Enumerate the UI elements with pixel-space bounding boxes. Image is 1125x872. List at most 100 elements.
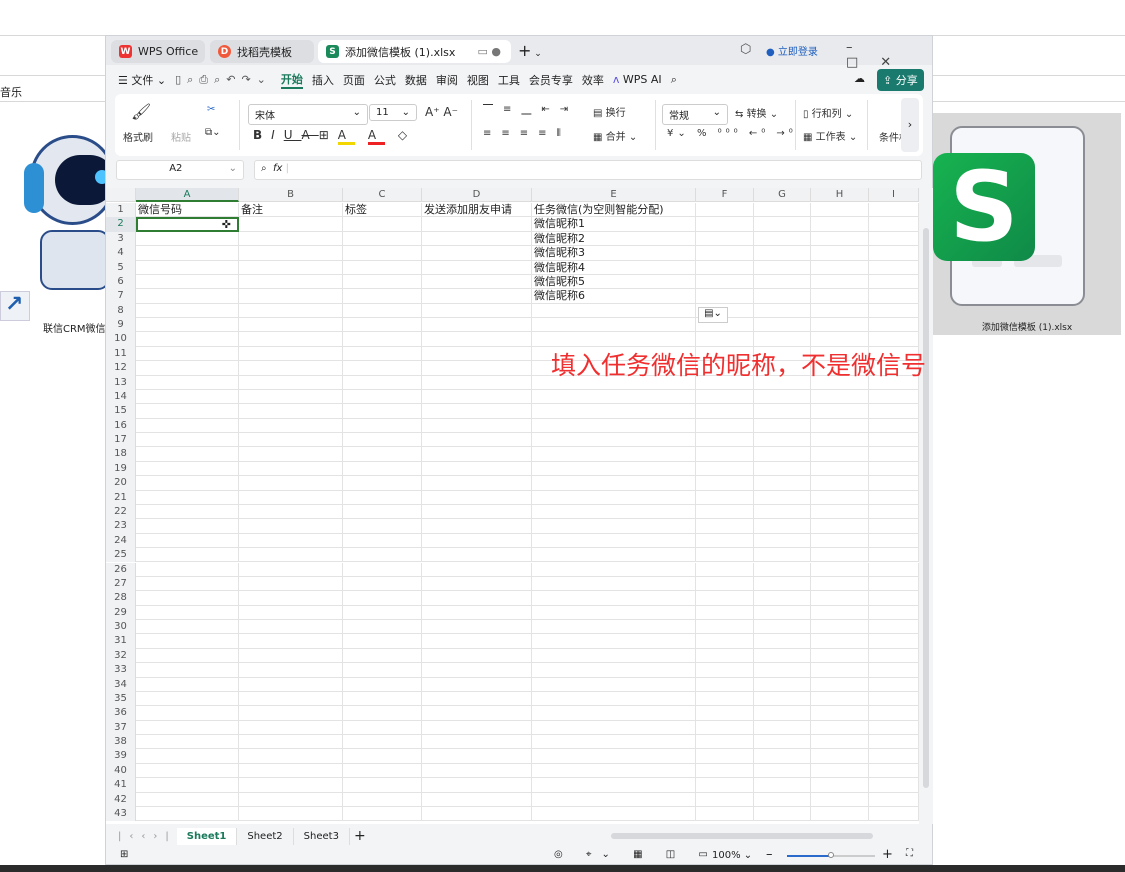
cell-g29[interactable] — [754, 605, 811, 620]
row-header[interactable]: 34 — [106, 677, 136, 692]
cell-c4[interactable] — [343, 246, 422, 261]
wrap-button[interactable]: ▤ 换行 — [593, 104, 626, 119]
cell-d2[interactable] — [422, 217, 532, 232]
row-header[interactable]: 18 — [106, 447, 136, 462]
cell-g5[interactable] — [754, 260, 811, 275]
cell-i38[interactable] — [869, 735, 919, 750]
row-header[interactable]: 33 — [106, 663, 136, 678]
row-header[interactable]: 19 — [106, 461, 136, 477]
cell-c40[interactable] — [343, 763, 422, 779]
cell-i35[interactable] — [869, 691, 919, 707]
cell-g3[interactable] — [754, 231, 811, 247]
file-icon-tile[interactable]: S 添加微信模板 (1).xlsx — [933, 113, 1121, 335]
cell-b17[interactable] — [239, 433, 343, 448]
cell-g31[interactable] — [754, 634, 811, 649]
copy-icon[interactable]: ⧉⌄ — [205, 127, 221, 138]
cell-d18[interactable] — [422, 447, 532, 462]
cell-e25[interactable] — [532, 548, 696, 563]
cell-a21[interactable] — [136, 490, 239, 505]
cell-c43[interactable] — [343, 806, 422, 822]
cell-d20[interactable] — [422, 476, 532, 491]
cell-c10[interactable] — [343, 332, 422, 347]
cell-d27[interactable] — [422, 576, 532, 592]
cell-a29[interactable] — [136, 605, 239, 620]
cell-f3[interactable] — [696, 231, 754, 247]
cell-f1[interactable] — [696, 203, 754, 218]
cell-e34[interactable] — [532, 677, 696, 692]
cloud-icon[interactable]: ☁ — [854, 72, 865, 85]
cell-i25[interactable] — [869, 548, 919, 563]
cell-b21[interactable] — [239, 490, 343, 505]
cell-d21[interactable] — [422, 490, 532, 505]
cell-f40[interactable] — [696, 763, 754, 779]
cell-i15[interactable] — [869, 404, 919, 419]
cell-c16[interactable] — [343, 418, 422, 434]
cell-h23[interactable] — [811, 519, 869, 534]
row-header[interactable]: 35 — [106, 691, 136, 707]
row-header[interactable]: 42 — [106, 792, 136, 807]
cell-d43[interactable] — [422, 806, 532, 822]
row-header[interactable]: 22 — [106, 504, 136, 520]
cell-f31[interactable] — [696, 634, 754, 649]
cell-e21[interactable] — [532, 490, 696, 505]
cell-a5[interactable] — [136, 260, 239, 275]
cell-b31[interactable] — [239, 634, 343, 649]
cell-g40[interactable] — [754, 763, 811, 779]
cell-e40[interactable] — [532, 763, 696, 779]
cell-b11[interactable] — [239, 346, 343, 362]
tab-docer[interactable]: D 找稻壳模板 — [210, 40, 314, 63]
menu-item-tools[interactable]: 工具 — [498, 72, 520, 88]
row-header[interactable]: 3 — [106, 231, 136, 247]
cell-f20[interactable] — [696, 476, 754, 491]
cell-c30[interactable] — [343, 620, 422, 635]
cell-g32[interactable] — [754, 648, 811, 664]
fill-color-icon[interactable]: A — [337, 128, 355, 145]
cell-c29[interactable] — [343, 605, 422, 620]
cell-h40[interactable] — [811, 763, 869, 779]
cell-a19[interactable] — [136, 461, 239, 477]
cell-h41[interactable] — [811, 778, 869, 793]
cell-c8[interactable] — [343, 303, 422, 319]
cell-d10[interactable] — [422, 332, 532, 347]
cell-e27[interactable] — [532, 576, 696, 592]
cell-a1[interactable]: 微信号码 — [136, 203, 239, 218]
cube-icon[interactable]: ⬡ — [740, 42, 751, 57]
cell-f4[interactable] — [696, 246, 754, 261]
cell-b2[interactable] — [239, 217, 343, 232]
cell-b24[interactable] — [239, 533, 343, 549]
cell-b15[interactable] — [239, 404, 343, 419]
cell-c18[interactable] — [343, 447, 422, 462]
row-header[interactable]: 37 — [106, 720, 136, 736]
cell-c28[interactable] — [343, 591, 422, 606]
menu-item-view[interactable]: 视图 — [467, 72, 489, 88]
cell-e2[interactable]: 微信昵称1 — [532, 217, 696, 232]
percent-button[interactable]: % — [697, 128, 711, 139]
cell-g28[interactable] — [754, 591, 811, 606]
cell-d35[interactable] — [422, 691, 532, 707]
cell-f43[interactable] — [696, 806, 754, 822]
format-painter-icon[interactable]: 🖌 — [131, 102, 151, 121]
cell-c7[interactable] — [343, 289, 422, 304]
cell-h42[interactable] — [811, 792, 869, 807]
cell-h28[interactable] — [811, 591, 869, 606]
cell-h25[interactable] — [811, 548, 869, 563]
zoom-lens-icon[interactable]: ⌕ — [261, 163, 267, 174]
cell-a32[interactable] — [136, 648, 239, 664]
cell-f28[interactable] — [696, 591, 754, 606]
cell-d22[interactable] — [422, 504, 532, 520]
cell-f24[interactable] — [696, 533, 754, 549]
cell-e16[interactable] — [532, 418, 696, 434]
cell-b23[interactable] — [239, 519, 343, 534]
cell-f29[interactable] — [696, 605, 754, 620]
cell-d25[interactable] — [422, 548, 532, 563]
cell-c32[interactable] — [343, 648, 422, 664]
cell-g30[interactable] — [754, 620, 811, 635]
cell-e10[interactable] — [532, 332, 696, 347]
cell-i29[interactable] — [869, 605, 919, 620]
rows-cols-button[interactable]: ▯ 行和列 ⌄ — [803, 105, 853, 120]
cell-i23[interactable] — [869, 519, 919, 534]
cell-g8[interactable] — [754, 303, 811, 319]
cell-c22[interactable] — [343, 504, 422, 520]
row-header[interactable]: 1 — [106, 203, 136, 218]
cell-d38[interactable] — [422, 735, 532, 750]
